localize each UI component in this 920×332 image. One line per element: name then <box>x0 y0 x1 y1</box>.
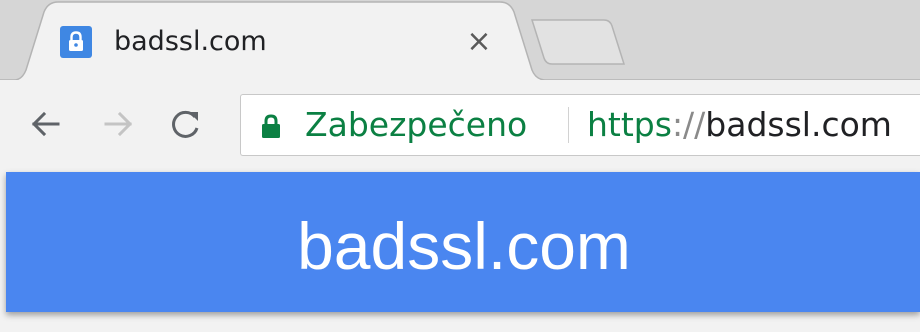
address-bar[interactable]: Zabezpečeno https://badssl.com <box>240 94 920 156</box>
url-separator: :// <box>671 105 706 144</box>
tab-title[interactable]: badssl.com <box>114 22 267 62</box>
security-lock-icon[interactable] <box>259 113 283 139</box>
url-host: badssl.com <box>705 105 892 144</box>
reload-button[interactable] <box>164 102 208 146</box>
toolbar: Zabezpečeno https://badssl.com <box>0 80 920 172</box>
page-banner: badssl.com <box>6 172 920 312</box>
forward-button[interactable] <box>96 102 140 146</box>
url-text[interactable]: https://badssl.com <box>587 95 892 155</box>
tab-close-button[interactable]: × <box>464 27 494 57</box>
back-button[interactable] <box>24 102 68 146</box>
new-tab-button[interactable] <box>528 16 628 68</box>
omnibox-divider <box>568 107 569 143</box>
url-scheme: https <box>587 105 672 144</box>
arrow-left-icon <box>31 111 60 137</box>
security-status-label[interactable]: Zabezpečeno <box>305 95 527 155</box>
lock-icon <box>69 31 83 51</box>
arrow-right-icon <box>104 111 133 137</box>
tab-favicon <box>60 26 92 58</box>
banner-title: badssl.com <box>297 209 631 283</box>
tab-strip: badssl.com × <box>0 0 920 80</box>
reload-icon <box>172 110 199 138</box>
